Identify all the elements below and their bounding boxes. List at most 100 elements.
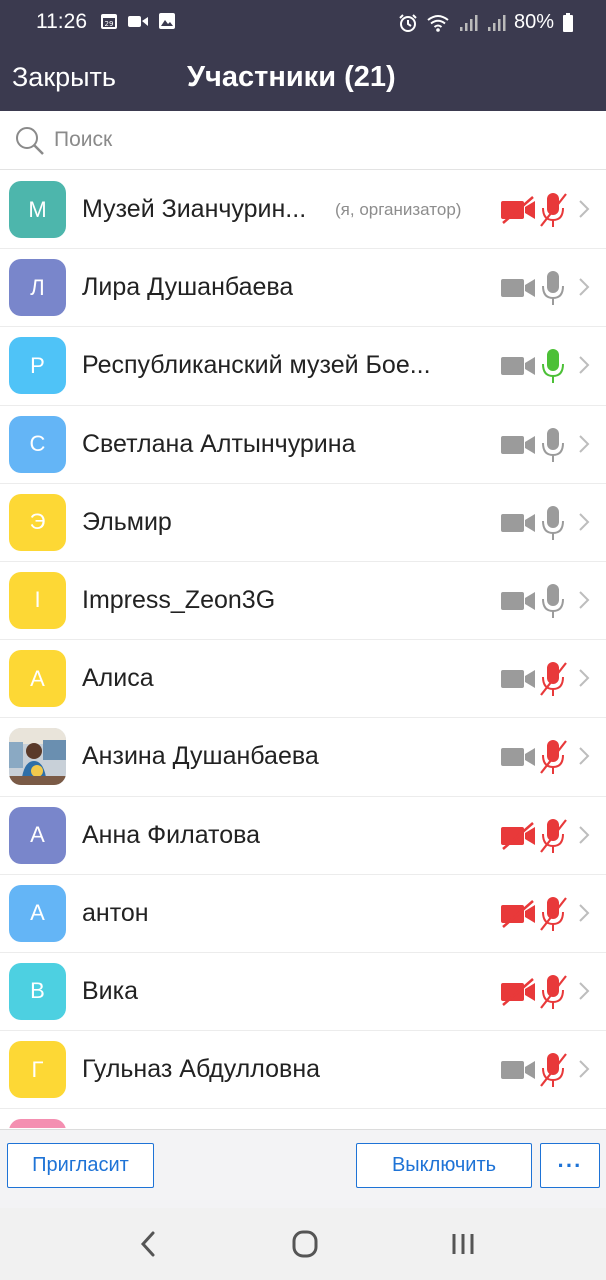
video-off-icon <box>501 977 535 1006</box>
video-icon <box>501 748 535 767</box>
participant-row[interactable]: С Светлана Алтынчурина <box>0 405 606 484</box>
avatar <box>9 728 66 786</box>
microphone-muted-icon <box>540 974 567 1009</box>
participant-name: Гульназ Абдулловна <box>82 1055 321 1084</box>
image-icon <box>159 13 175 29</box>
avatar: I <box>9 571 66 629</box>
participant-row[interactable]: I Impress_Zeon3G <box>0 561 606 641</box>
status-left-icons: 29 <box>100 12 176 30</box>
participant-row[interactable]: А Анна Филатова <box>0 796 606 875</box>
microphone-active-icon <box>542 349 564 384</box>
avatar: Э <box>9 493 66 551</box>
avatar <box>9 1119 66 1128</box>
avatar: Г <box>9 1041 66 1099</box>
bottom-action-bar: Пригласит Выключить ··· <box>0 1129 606 1208</box>
search-icon <box>16 127 44 155</box>
status-bar: 11:26 29 80% <box>0 0 606 46</box>
more-button[interactable]: ··· <box>540 1143 600 1188</box>
chevron-right-icon <box>579 1060 590 1078</box>
home-icon[interactable] <box>285 1226 325 1262</box>
microphone-muted-icon <box>540 1053 567 1088</box>
invite-button[interactable]: Пригласит <box>7 1143 154 1188</box>
participant-row[interactable]: Анзина Душанбаева <box>0 718 606 797</box>
navigation-bar <box>0 1208 606 1280</box>
participant-row[interactable]: Л Лира Душанбаева <box>0 249 606 328</box>
avatar: А <box>9 806 66 864</box>
back-icon[interactable] <box>128 1226 168 1262</box>
chevron-right-icon <box>579 982 590 1000</box>
chevron-right-icon <box>579 825 590 844</box>
video-icon <box>501 513 535 532</box>
status-time: 11:26 <box>36 10 87 33</box>
battery-icon <box>563 12 573 32</box>
participant-name: антон <box>82 898 149 927</box>
search-input[interactable] <box>54 121 574 159</box>
participant-name: Вика <box>82 976 139 1005</box>
avatar: С <box>9 415 66 473</box>
page-title: Участники (21) <box>187 61 396 93</box>
participant-row[interactable]: Аантон <box>0 874 606 953</box>
battery-percentage: 80% <box>513 11 554 33</box>
wifi-icon <box>427 14 449 32</box>
chevron-right-icon <box>579 278 590 296</box>
microphone-muted-icon <box>540 193 567 227</box>
microphone-icon <box>542 505 564 540</box>
avatar: В <box>9 962 66 1020</box>
microphone-muted-icon <box>540 662 567 697</box>
chevron-right-icon <box>579 747 590 766</box>
video-icon <box>501 435 535 454</box>
recents-icon[interactable] <box>443 1226 483 1262</box>
microphone-icon <box>542 271 564 306</box>
microphone-icon <box>542 583 564 618</box>
signal-icon <box>487 14 506 31</box>
avatar: Р <box>9 337 66 395</box>
signal-icon <box>459 14 478 31</box>
mute-all-button[interactable]: Выключить <box>356 1143 532 1188</box>
participant-row[interactable]: В Вика <box>0 952 606 1032</box>
microphone-icon <box>542 427 564 462</box>
close-button[interactable]: Закрыть <box>12 62 116 93</box>
microphone-muted-icon <box>540 740 567 775</box>
participant-name: Музей Зианчурин... <box>82 195 307 223</box>
video-icon <box>501 1061 535 1080</box>
participant-name: Светлана Алтынчурина <box>82 429 356 458</box>
svg-text:29: 29 <box>105 20 114 28</box>
avatar: М <box>9 181 66 238</box>
video-icon <box>501 591 535 610</box>
calendar-icon: 29 <box>101 14 117 29</box>
search-bar <box>0 111 606 170</box>
microphone-muted-icon <box>540 896 567 931</box>
video-off-icon <box>501 821 535 850</box>
avatar: А <box>9 650 66 708</box>
participant-row[interactable]: Р Республиканский музей Бое... <box>0 327 606 406</box>
participant-name: Алиса <box>82 664 154 693</box>
participant-name: Анна Филатова <box>82 820 261 849</box>
participant-row[interactable]: Э Эльмир <box>0 483 606 562</box>
participant-role: (я, организатор) <box>335 200 462 219</box>
chevron-right-icon <box>579 434 590 453</box>
chevron-right-icon <box>579 200 590 218</box>
status-right-icons: 80% <box>398 11 574 34</box>
chevron-right-icon <box>579 513 590 531</box>
video-off-icon <box>501 899 535 928</box>
participant-row[interactable] <box>0 1109 606 1128</box>
chevron-right-icon <box>579 669 590 687</box>
participant-name: Эльмир <box>82 507 172 536</box>
participant-name: Анзина Душанбаева <box>82 742 319 771</box>
participant-name: Impress_Zeon3G <box>82 585 276 614</box>
participant-list[interactable]: М Музей Зианчурин... (я, организатор) Л Лира… <box>0 171 606 1128</box>
avatar: Л <box>9 259 66 317</box>
video-icon <box>501 279 535 298</box>
chevron-right-icon <box>579 356 590 375</box>
avatar: А <box>9 884 66 942</box>
alarm-icon <box>399 13 417 32</box>
chevron-right-icon <box>579 903 590 922</box>
video-icon <box>501 357 535 376</box>
participant-row[interactable]: Г Гульназ Абдулловна <box>0 1031 606 1110</box>
participant-row[interactable]: М Музей Зианчурин... (я, организатор) <box>0 171 606 250</box>
participant-name: Республиканский музей Бое... <box>82 351 431 380</box>
participant-name: Лира Душанбаева <box>82 273 294 302</box>
header: Закрыть Участники (21) <box>0 46 606 111</box>
microphone-muted-icon <box>540 818 567 853</box>
participant-row[interactable]: А Алиса <box>0 640 606 719</box>
